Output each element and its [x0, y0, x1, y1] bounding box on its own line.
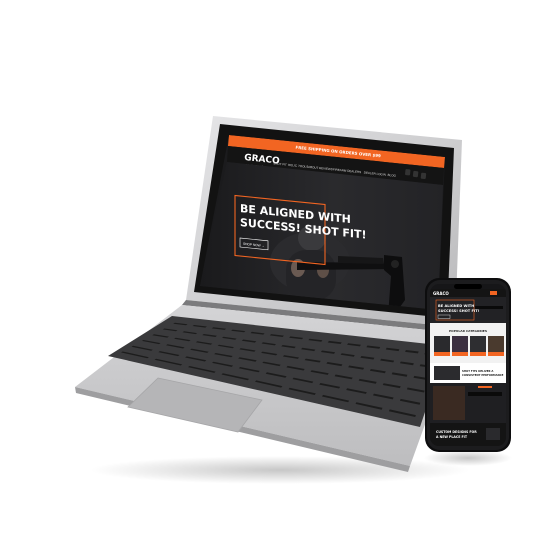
phone-hero-rifle — [475, 306, 503, 309]
product-mockup-scene: FREE SHIPPING ON ORDERS OVER $99 GRACO C… — [75, 116, 512, 484]
account-icon[interactable] — [405, 169, 411, 176]
phone-footer-line-2: A NEW PLACE FIT — [436, 435, 468, 439]
phone-screen: GRACO BE ALIGNED WITH SUCCESS! SHOT FIT!… — [430, 284, 506, 446]
phone-feature-image — [434, 366, 460, 380]
phone-hero-line-2: SUCCESS! SHOT FIT! — [438, 309, 480, 313]
phone-footer-line-1: CUSTOM DESIGNS FOR — [436, 430, 477, 434]
laptop-shadow — [90, 456, 470, 484]
phone-gallery-image — [433, 386, 465, 420]
search-icon[interactable] — [412, 170, 419, 178]
phone-section-title: POPULAR CATEGORIES — [449, 329, 487, 333]
phone-feature-line-2: CONSISTENT PERFORMANCE — [462, 373, 504, 377]
phone-notch — [454, 284, 482, 289]
phone-feature-line-1: SHOT FITS DELIVER A — [462, 369, 493, 373]
laptop: FREE SHIPPING ON ORDERS OVER $99 GRACO C… — [75, 116, 462, 472]
phone: GRACO BE ALIGNED WITH SUCCESS! SHOT FIT!… — [425, 278, 511, 452]
phone-shadow — [424, 450, 512, 466]
phone-footer-image — [486, 428, 500, 440]
cart-icon[interactable] — [420, 172, 427, 180]
phone-menu-icon[interactable] — [490, 291, 497, 295]
phone-hero-line-1: BE ALIGNED WITH — [438, 304, 474, 308]
phone-logo[interactable]: GRACO — [433, 291, 449, 296]
